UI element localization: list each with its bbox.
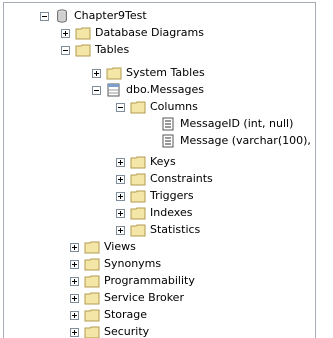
expand-icon[interactable] <box>116 208 125 218</box>
tree-node-statistics[interactable]: Statistics <box>116 222 200 238</box>
tree-node-label: Indexes <box>150 206 193 219</box>
folder-icon <box>130 207 146 220</box>
tree-node-column-message[interactable]: Message (varchar(100), null) <box>146 133 315 149</box>
tree-node-system-tables[interactable]: System Tables <box>92 65 205 81</box>
tree-node-label: Tables <box>95 43 130 56</box>
tree-node-label: Keys <box>150 155 176 168</box>
folder-icon <box>130 101 146 114</box>
collapse-icon[interactable] <box>92 85 101 95</box>
expand-icon[interactable] <box>92 68 101 78</box>
folder-icon <box>84 326 100 338</box>
collapse-icon[interactable] <box>61 45 70 55</box>
folder-icon <box>130 190 146 203</box>
expand-icon[interactable] <box>116 174 125 184</box>
folder-icon <box>130 156 146 169</box>
folder-icon <box>75 27 91 40</box>
tree-node-label: System Tables <box>126 66 205 79</box>
tree-node-service-broker[interactable]: Service Broker <box>70 290 184 306</box>
tree-node-indexes[interactable]: Indexes <box>116 205 192 221</box>
expand-icon[interactable] <box>116 225 125 235</box>
tree-node-database[interactable]: Chapter9Test <box>40 8 147 24</box>
tree-node-columns[interactable]: Columns <box>116 99 198 115</box>
expand-icon[interactable] <box>116 157 125 167</box>
tree-node-tables[interactable]: Tables <box>61 42 129 58</box>
tree-node-label: Security <box>104 325 150 338</box>
tree-node-views[interactable]: Views <box>70 239 136 255</box>
collapse-icon[interactable] <box>116 102 125 112</box>
tree-node-label: Message (varchar(100), null) <box>180 134 315 147</box>
tree-node-label: Constraints <box>150 172 213 185</box>
collapse-icon[interactable] <box>40 11 49 21</box>
tree-node-label: dbo.Messages <box>126 83 204 96</box>
tree-node-label: Columns <box>150 100 198 113</box>
object-explorer-tree: Chapter9Test Database Diagrams Tables Sy… <box>3 2 316 338</box>
tree-node-label: Triggers <box>150 189 194 202</box>
tree-node-storage[interactable]: Storage <box>70 307 147 323</box>
table-icon <box>107 83 120 97</box>
tree-node-keys[interactable]: Keys <box>116 154 176 170</box>
expand-icon[interactable] <box>61 28 70 38</box>
tree-node-label: Programmability <box>104 274 195 287</box>
folder-icon <box>75 44 91 57</box>
tree-node-label: Synonyms <box>104 257 162 270</box>
folder-icon <box>84 275 100 288</box>
tree-node-synonyms[interactable]: Synonyms <box>70 256 161 272</box>
tree-node-label: Chapter9Test <box>74 9 147 22</box>
tree-node-triggers[interactable]: Triggers <box>116 188 194 204</box>
database-icon <box>57 9 67 23</box>
tree-node-messages-table[interactable]: dbo.Messages <box>92 82 204 98</box>
folder-icon <box>84 292 100 305</box>
folder-icon <box>84 258 100 271</box>
expand-icon[interactable] <box>70 293 79 303</box>
folder-icon <box>130 173 146 186</box>
tree-node-label: Service Broker <box>104 291 184 304</box>
tree-node-label: Storage <box>104 308 148 321</box>
tree-node-programmability[interactable]: Programmability <box>70 273 195 289</box>
folder-icon <box>130 224 146 237</box>
column-icon <box>162 134 174 148</box>
tree-node-database-diagrams[interactable]: Database Diagrams <box>61 25 204 41</box>
tree-node-constraints[interactable]: Constraints <box>116 171 213 187</box>
expand-icon[interactable] <box>70 259 79 269</box>
expand-icon[interactable] <box>116 191 125 201</box>
column-icon <box>162 117 174 131</box>
expand-icon[interactable] <box>70 310 79 320</box>
folder-icon <box>84 309 100 322</box>
folder-icon <box>106 67 122 80</box>
expand-icon[interactable] <box>70 242 79 252</box>
tree-node-label: Views <box>104 240 136 253</box>
folder-icon <box>84 241 100 254</box>
tree-node-security[interactable]: Security <box>70 324 149 338</box>
tree-node-label: Database Diagrams <box>95 26 204 39</box>
tree-node-column-messageid[interactable]: MessageID (int, null) <box>146 116 293 132</box>
expand-icon[interactable] <box>70 327 79 337</box>
tree-node-label: MessageID (int, null) <box>180 117 294 130</box>
tree-node-label: Statistics <box>150 223 201 236</box>
expand-icon[interactable] <box>70 276 79 286</box>
